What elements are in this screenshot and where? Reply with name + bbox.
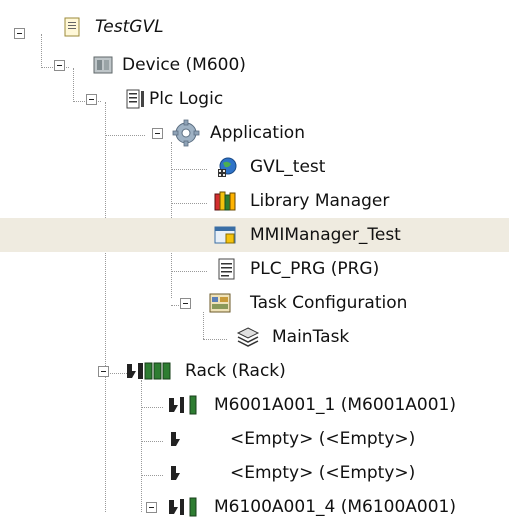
tree-node-m6100a001-4[interactable]: M6100A001_4 (M6100A001) bbox=[0, 490, 509, 524]
tree-node-label: TestGVL bbox=[95, 17, 164, 37]
empty-slot-icon bbox=[166, 428, 188, 450]
tree-node-m6001a001-1[interactable]: M6001A001_1 (M6001A001) bbox=[0, 388, 509, 422]
collapse-toggle-icon[interactable] bbox=[14, 28, 25, 39]
tree-node-device[interactable]: Device (M600) bbox=[0, 48, 509, 82]
tree-node-label: <Empty> (<Empty>) bbox=[230, 463, 416, 483]
collapse-toggle-icon[interactable] bbox=[180, 298, 191, 309]
tree-node-empty-2[interactable]: <Empty> (<Empty>) bbox=[0, 456, 509, 490]
tree-node-gvl-test[interactable]: GVL_test bbox=[0, 150, 509, 184]
tree-node-label: MMIManager_Test bbox=[250, 225, 401, 245]
tree-node-main-task[interactable]: MainTask bbox=[0, 320, 509, 354]
collapse-toggle-icon[interactable] bbox=[152, 128, 163, 139]
collapse-toggle-icon[interactable] bbox=[86, 94, 97, 105]
collapse-toggle-icon[interactable] bbox=[98, 366, 109, 377]
tree-node-empty-1[interactable]: <Empty> (<Empty>) bbox=[0, 422, 509, 456]
tree-node-label: PLC_PRG (PRG) bbox=[250, 259, 380, 279]
io-module-icon bbox=[166, 394, 206, 416]
empty-slot-icon bbox=[166, 462, 188, 484]
task-config-icon bbox=[208, 292, 234, 314]
collapse-toggle-icon[interactable] bbox=[146, 502, 157, 513]
rack-icon bbox=[124, 360, 176, 382]
tree-node-label: Rack (Rack) bbox=[185, 361, 286, 381]
tree-node-label: <Empty> (<Empty>) bbox=[230, 429, 416, 449]
application-gear-icon bbox=[172, 119, 200, 147]
tree-node-label: M6100A001_4 (M6100A001) bbox=[214, 497, 457, 517]
plc-logic-icon bbox=[125, 88, 147, 110]
tree-node-testgvl[interactable]: TestGVL bbox=[0, 16, 509, 50]
project-file-icon bbox=[62, 16, 84, 38]
tree-node-rack[interactable]: Rack (Rack) bbox=[0, 354, 509, 388]
tree-node-label: MainTask bbox=[272, 327, 350, 347]
tree-node-label: M6001A001_1 (M6001A001) bbox=[214, 395, 457, 415]
tree-node-mmimanager-test[interactable]: MMIManager_Test bbox=[0, 218, 509, 252]
tree-node-plc-prg[interactable]: PLC_PRG (PRG) bbox=[0, 252, 509, 286]
globe-icon bbox=[216, 156, 238, 178]
document-icon bbox=[216, 258, 238, 280]
tree-node-label: Application bbox=[210, 123, 305, 143]
collapse-toggle-icon[interactable] bbox=[54, 60, 65, 71]
tree-node-label: Library Manager bbox=[250, 191, 390, 211]
io-module-icon bbox=[166, 496, 206, 518]
tree-node-label: Device (M600) bbox=[122, 55, 246, 75]
books-icon bbox=[214, 190, 236, 212]
tree-node-label: Task Configuration bbox=[250, 293, 408, 313]
tree-node-task-configuration[interactable]: Task Configuration bbox=[0, 286, 509, 320]
tree-node-plc-logic[interactable]: Plc Logic bbox=[0, 82, 509, 116]
task-stack-icon bbox=[236, 326, 260, 348]
tree-node-application[interactable]: Application bbox=[0, 116, 509, 150]
tree-node-label: GVL_test bbox=[250, 157, 326, 177]
device-tree: TestGVL Device (M600) Plc Logic Applicat… bbox=[0, 0, 509, 517]
tree-node-library-manager[interactable]: Library Manager bbox=[0, 184, 509, 218]
tree-node-label: Plc Logic bbox=[149, 89, 224, 109]
window-icon bbox=[214, 224, 236, 246]
device-icon bbox=[92, 54, 114, 76]
